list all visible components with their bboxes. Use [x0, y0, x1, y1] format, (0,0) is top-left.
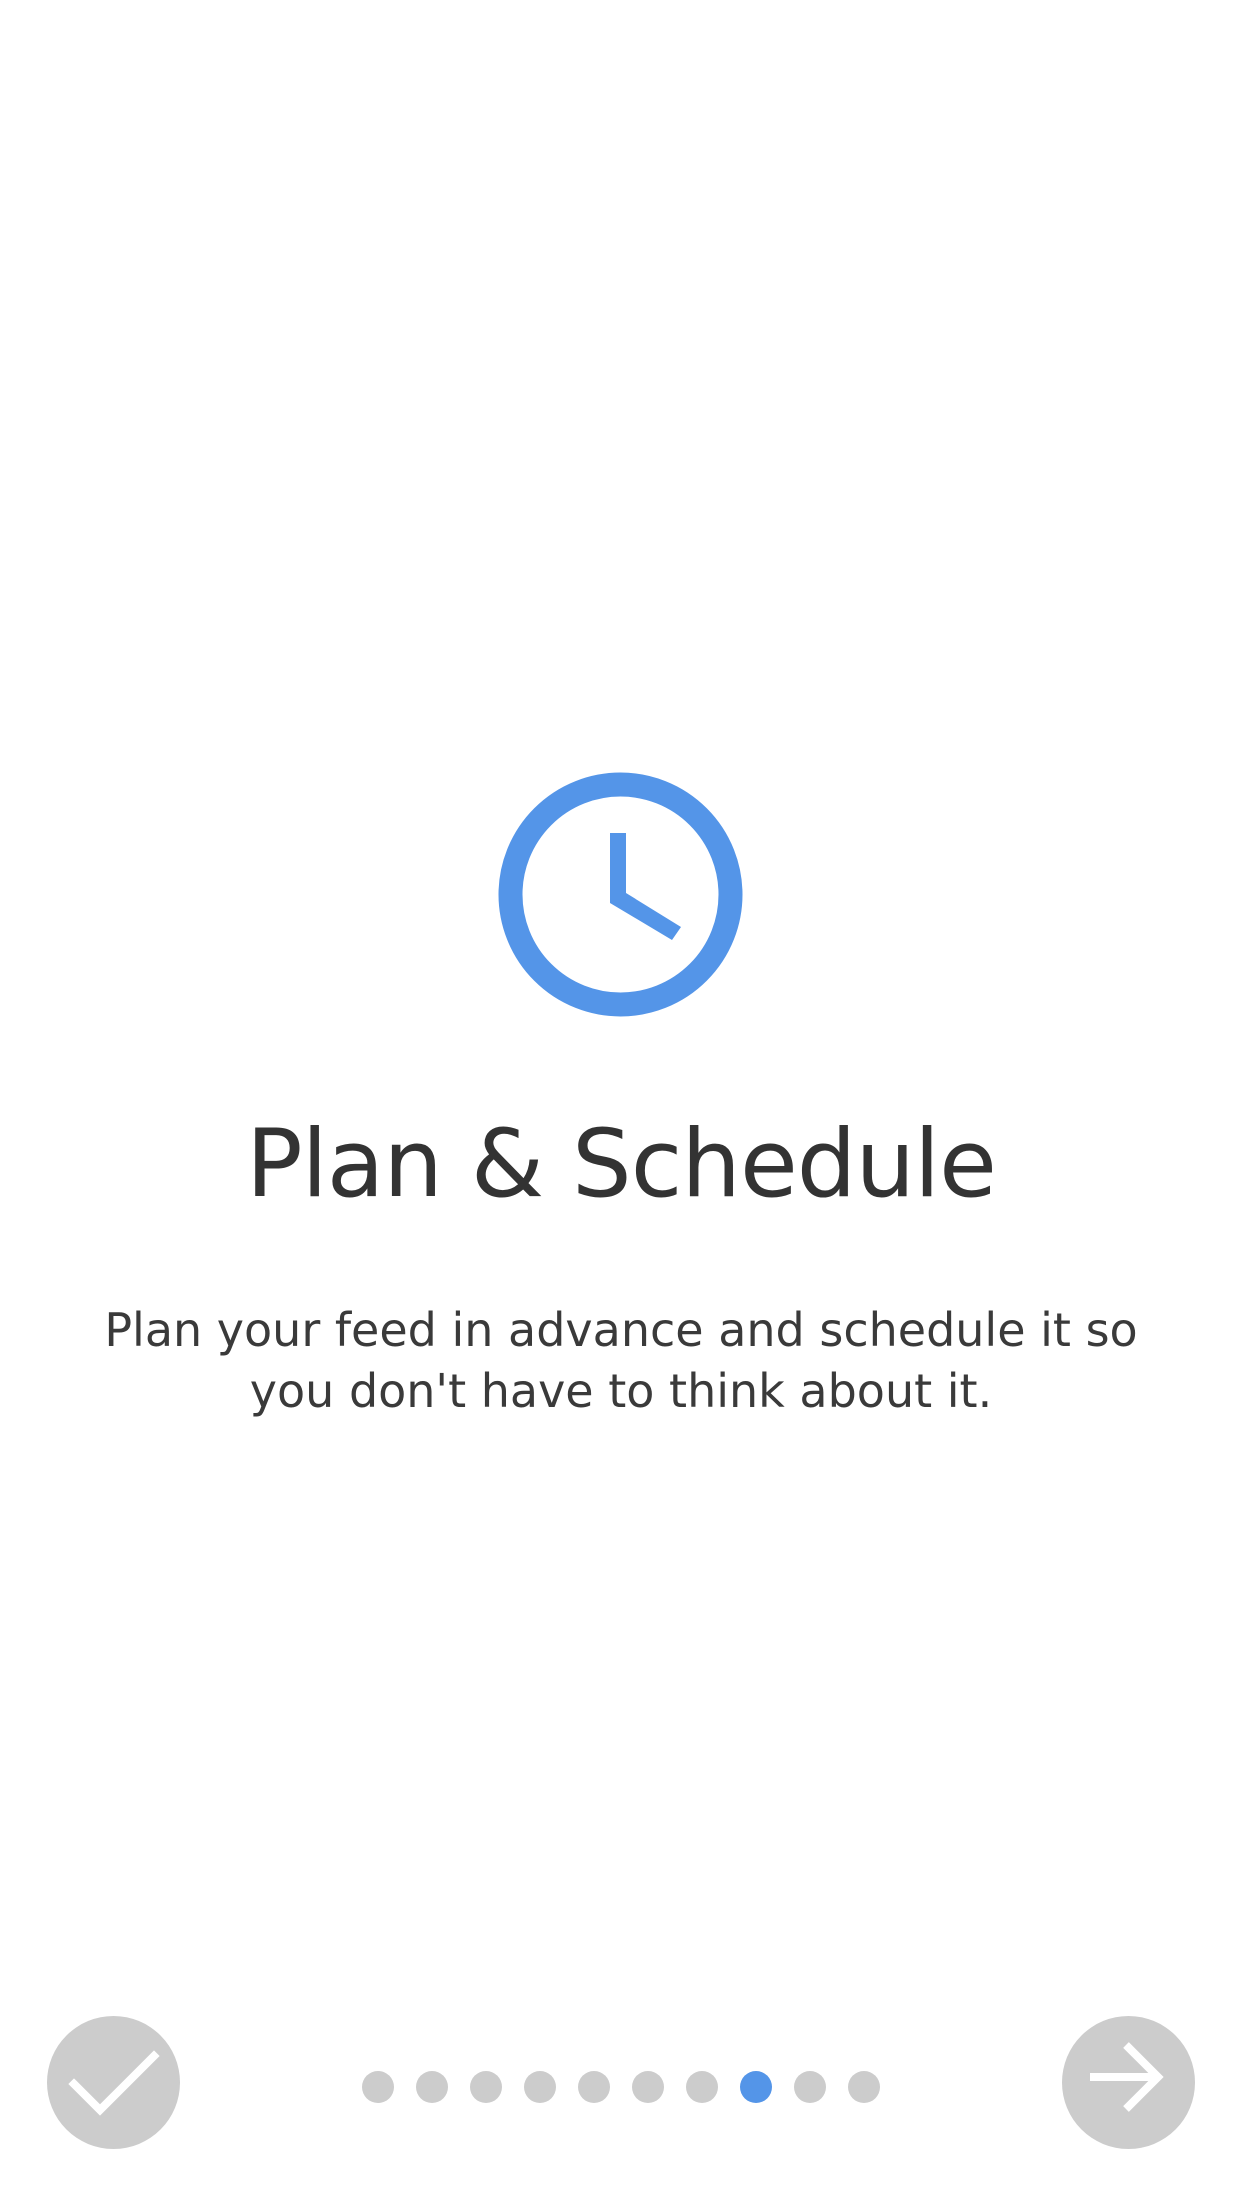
clock-icon — [498, 772, 743, 1017]
page-dot[interactable] — [632, 2071, 664, 2103]
page-dot[interactable] — [578, 2071, 610, 2103]
page-dot[interactable] — [362, 2071, 394, 2103]
next-button[interactable] — [1062, 2016, 1195, 2149]
page-dot[interactable] — [848, 2071, 880, 2103]
page-title: Plan & Schedule — [246, 1110, 997, 1219]
page-description: Plan your feed in advance and schedule i… — [104, 1303, 1138, 1418]
onboarding-screen: Plan & Schedule Plan your feed in advanc… — [0, 0, 1242, 2208]
page-dot[interactable] — [416, 2071, 448, 2103]
page-dot[interactable] — [470, 2071, 502, 2103]
page-dot[interactable] — [524, 2071, 556, 2103]
arrow-right-icon — [1090, 2042, 1164, 2112]
checkmark-icon — [68, 2050, 160, 2116]
done-button[interactable] — [47, 2016, 180, 2149]
page-dot[interactable] — [794, 2071, 826, 2103]
page-dot[interactable] — [686, 2071, 718, 2103]
page-indicator — [362, 2071, 880, 2103]
page-dot-active[interactable] — [740, 2071, 772, 2103]
